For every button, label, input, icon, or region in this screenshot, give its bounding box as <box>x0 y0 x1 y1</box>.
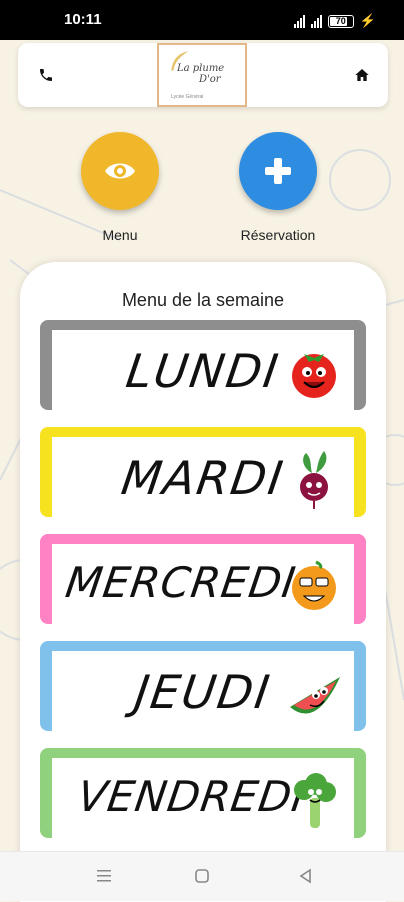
day-tile-lundi[interactable]: LUNDI <box>40 320 366 410</box>
eye-icon <box>105 163 135 179</box>
tomato-icon <box>292 354 336 398</box>
day-tile-mardi[interactable]: MARDI <box>40 427 366 517</box>
status-time: 10:11 <box>64 11 102 28</box>
week-menu-card: Menu de la semaine LUNDI MARDI MERCREDI … <box>20 262 386 902</box>
day-tile-vendredi[interactable]: VENDREDI <box>40 748 366 838</box>
reservation-label: Réservation <box>240 227 316 243</box>
day-tile-jeudi[interactable]: JEUDI <box>40 641 366 731</box>
system-nav-bar <box>0 851 404 901</box>
menu-lines-icon[interactable] <box>95 867 113 885</box>
watermelon-icon <box>290 677 340 714</box>
back-triangle-icon[interactable] <box>297 867 315 885</box>
home-icon[interactable] <box>354 67 370 83</box>
menu-action[interactable]: Menu <box>81 132 159 243</box>
app-header: La plume D'or Lycée Général <box>18 43 388 107</box>
reservation-action[interactable]: Réservation <box>239 132 317 243</box>
status-icons: 70 ⚡ <box>293 13 376 29</box>
plus-icon <box>265 158 291 184</box>
menu-button[interactable] <box>81 132 159 210</box>
logo-subtitle: Lycée Général <box>171 94 204 100</box>
day-tile-mercredi[interactable]: MERCREDI <box>40 534 366 624</box>
week-title: Menu de la semaine <box>121 290 285 310</box>
school-logo: La plume D'or Lycée Général <box>157 43 247 107</box>
square-home-icon[interactable] <box>193 867 211 885</box>
battery-icon: 70 <box>327 14 354 28</box>
beet-icon <box>300 451 328 509</box>
broccoli-icon <box>294 773 336 828</box>
logo-text: La plume D'or <box>177 63 225 85</box>
signal-icon <box>310 14 322 28</box>
status-bar: 10:11 70 ⚡ <box>0 0 404 40</box>
menu-label: Menu <box>102 227 138 243</box>
battery-level: 70 <box>335 15 346 26</box>
orange-icon <box>292 560 336 610</box>
reservation-button[interactable] <box>239 132 317 210</box>
signal-icon <box>293 14 305 28</box>
charging-icon: ⚡ <box>359 13 376 28</box>
phone-icon[interactable] <box>38 67 54 83</box>
